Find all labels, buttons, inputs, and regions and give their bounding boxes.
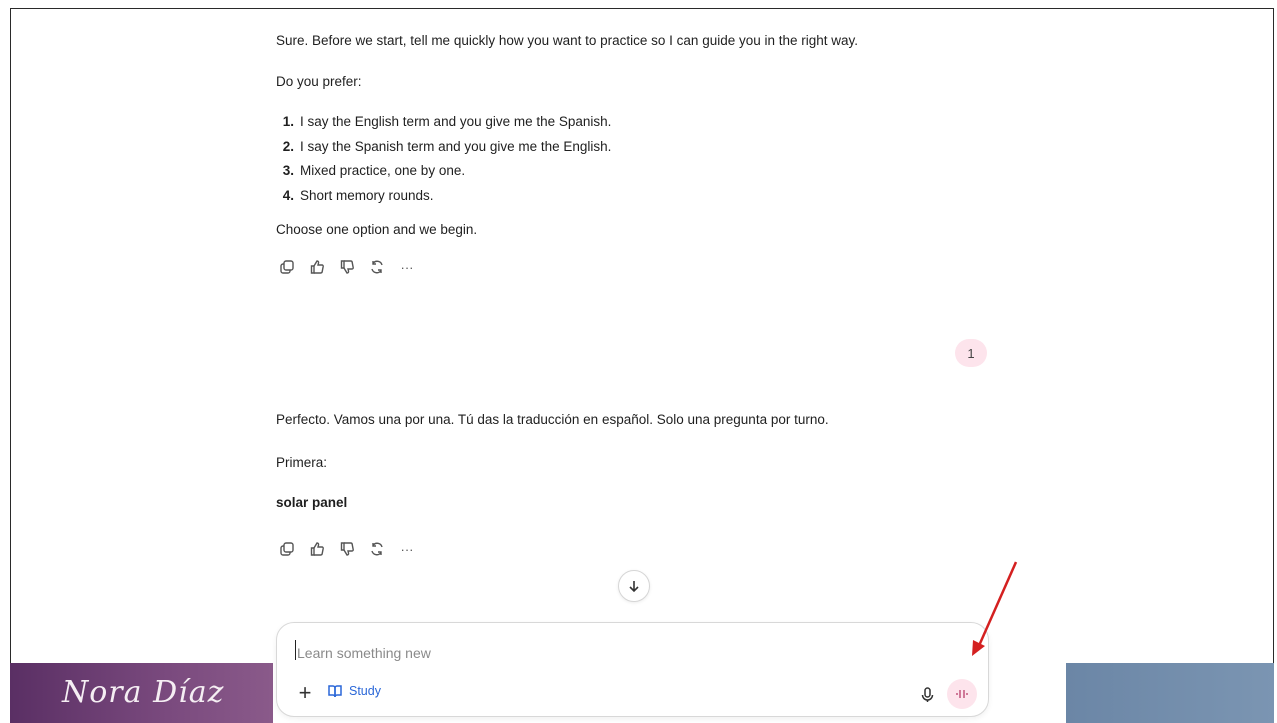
assistant-reply-text: Perfecto. Vamos una por una. Tú das la t… bbox=[276, 412, 829, 427]
message-actions: ··· bbox=[276, 256, 418, 278]
regenerate-icon[interactable] bbox=[366, 538, 388, 560]
microphone-button[interactable] bbox=[915, 683, 939, 707]
thumbs-up-icon[interactable] bbox=[306, 256, 328, 278]
book-icon bbox=[328, 685, 342, 698]
branding-banner-left: Nora Díaz bbox=[10, 663, 273, 723]
more-icon[interactable]: ··· bbox=[396, 538, 418, 560]
assistant-closing-text: Choose one option and we begin. bbox=[276, 222, 478, 237]
study-label: Study bbox=[349, 684, 381, 698]
microphone-icon bbox=[921, 687, 933, 702]
more-icon[interactable]: ··· bbox=[396, 256, 418, 278]
list-item: 4. Short memory rounds. bbox=[276, 184, 611, 209]
thumbs-down-icon[interactable] bbox=[336, 538, 358, 560]
copy-icon[interactable] bbox=[276, 538, 298, 560]
signature-logo: Nora Díaz bbox=[62, 675, 225, 710]
option-number: 4. bbox=[282, 187, 294, 203]
option-number: 2. bbox=[282, 138, 294, 154]
option-text: I say the English term and you give me t… bbox=[300, 114, 612, 129]
message-input[interactable] bbox=[295, 641, 949, 665]
text-caret bbox=[295, 640, 296, 660]
vocab-term: solar panel bbox=[276, 495, 348, 510]
study-mode-button[interactable]: Study bbox=[327, 683, 381, 699]
add-attachment-button[interactable]: + bbox=[293, 682, 317, 706]
scroll-down-button[interactable] bbox=[618, 570, 650, 602]
annotation-arrow bbox=[972, 561, 1018, 656]
options-list: 1. I say the English term and you give me… bbox=[276, 110, 612, 209]
voice-mode-button[interactable] bbox=[947, 679, 977, 709]
assistant-primera-text: Primera: bbox=[276, 455, 328, 470]
arrow-down-icon bbox=[629, 581, 639, 593]
assistant-prompt-text: Do you prefer: bbox=[276, 74, 362, 89]
regenerate-icon[interactable] bbox=[366, 256, 388, 278]
option-text: Mixed practice, one by one. bbox=[300, 163, 466, 178]
option-text: I say the Spanish term and you give me t… bbox=[300, 138, 612, 154]
thumbs-up-icon[interactable] bbox=[306, 538, 328, 560]
list-item: 1. I say the English term and you give me… bbox=[276, 110, 612, 135]
message-actions: ··· bbox=[276, 538, 418, 560]
option-number: 3. bbox=[282, 163, 294, 178]
branding-banner-right bbox=[1066, 663, 1274, 723]
option-text: Short memory rounds. bbox=[300, 187, 434, 203]
assistant-intro-text: Sure. Before we start, tell me quickly h… bbox=[276, 33, 859, 48]
list-item: 2. I say the Spanish term and you give me… bbox=[276, 135, 612, 160]
waveform-icon bbox=[956, 690, 968, 698]
chat-window bbox=[10, 8, 1274, 723]
thumbs-down-icon[interactable] bbox=[336, 256, 358, 278]
copy-icon[interactable] bbox=[276, 256, 298, 278]
user-message-bubble: 1 bbox=[955, 339, 987, 367]
list-item: 3. Mixed practice, one by one. bbox=[276, 159, 611, 184]
option-number: 1. bbox=[282, 114, 294, 129]
composer: + Study bbox=[276, 622, 989, 717]
